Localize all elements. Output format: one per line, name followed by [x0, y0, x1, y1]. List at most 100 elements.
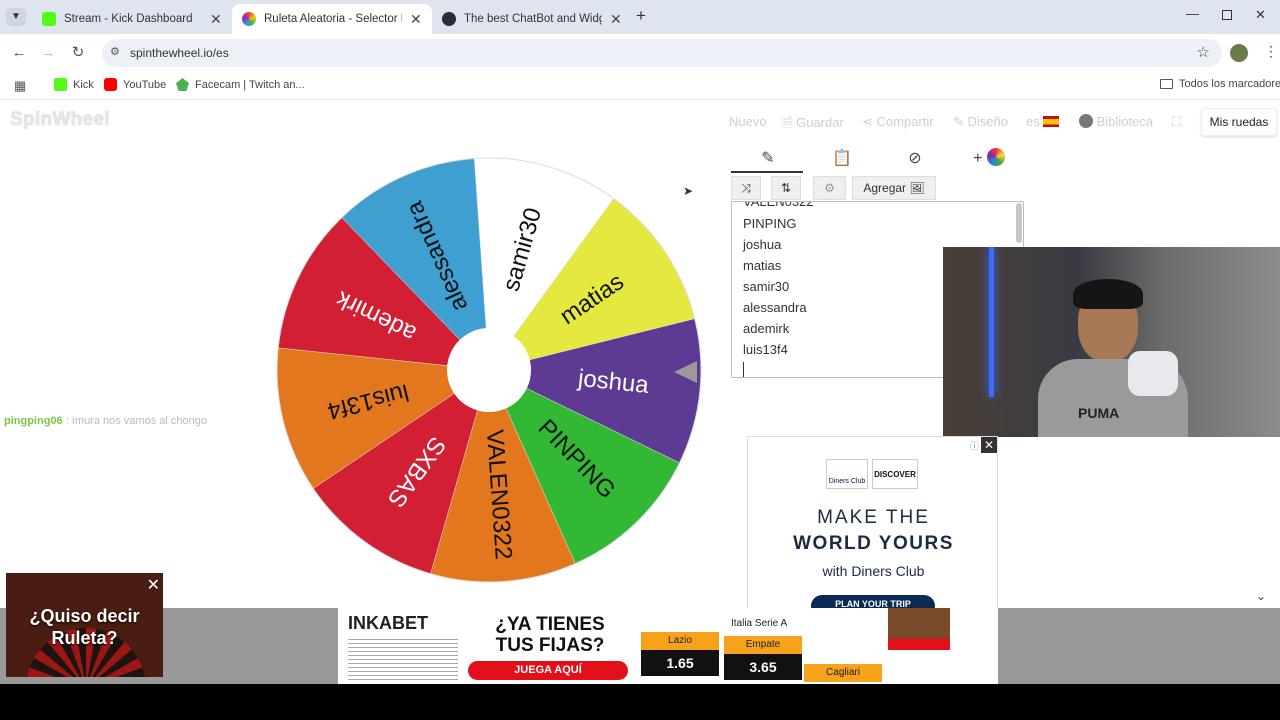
forward-icon[interactable]: → [37, 42, 59, 64]
tab-search-button[interactable]: ▼ [6, 8, 26, 26]
close-icon[interactable]: ✕ [210, 11, 222, 28]
close-icon[interactable]: ✕ [410, 11, 422, 28]
kick-icon [54, 78, 67, 91]
nav-save[interactable]: 🗎 Guardar [782, 114, 844, 136]
wheel-icon [242, 12, 256, 26]
avatar[interactable] [1230, 44, 1248, 62]
bookmark-facecam[interactable]: Facecam | Twitch an... [176, 78, 305, 91]
nav-share[interactable]: ⋖ Compartir [862, 114, 934, 130]
mouse-cursor-icon: ➤ [683, 184, 694, 198]
tab-kick-dashboard[interactable]: Stream - Kick Dashboard ✕ [32, 4, 232, 34]
add-wheel-color-button[interactable]: + [968, 148, 1010, 172]
bet-team2-label: Cagliari [804, 664, 882, 682]
entry-line: joshua [743, 237, 782, 252]
reload-icon[interactable]: ↻ [67, 42, 89, 64]
site-info-icon[interactable]: ⚙ [110, 45, 120, 58]
discover-logo: DISCOVER [872, 459, 918, 489]
pencil-icon: ✎ [953, 114, 968, 129]
inkabet-ad[interactable]: INKABET ¿YA TIENES TUS FIJAS? JUEGA AQUÍ… [338, 608, 998, 684]
close-icon[interactable]: ✕ [610, 11, 622, 28]
bookmark-label: Facecam | Twitch an... [195, 78, 305, 91]
entry-line: samir30 [743, 279, 790, 294]
settings-gear-icon[interactable]: ⚙ [813, 176, 846, 200]
spin-wheel[interactable]: samir30matiasjoshuaPINPINGVALEN0322SXBAS… [270, 151, 720, 591]
bookmark-label: YouTube [123, 78, 167, 91]
scrollbar[interactable] [1016, 203, 1022, 243]
nav-language-label: es [1026, 114, 1040, 129]
inkabet-cta-button[interactable]: JUEGA AQUÍ [468, 661, 628, 680]
nav-design-label: Diseño [967, 114, 1008, 129]
wheel-center-button[interactable] [447, 328, 531, 412]
person-hair [1073, 279, 1143, 309]
tab-title: Stream - Kick Dashboard [64, 13, 193, 25]
apps-grid-icon[interactable]: ▦ [14, 78, 26, 94]
shirt-logo: PUMA [1078, 405, 1120, 421]
nav-new[interactable]: Nuevo [729, 114, 767, 129]
save-icon: 🗎 [782, 115, 797, 130]
webcam-overlay: PUMA [943, 247, 1280, 437]
close-window-icon[interactable]: ✕ [1255, 7, 1266, 23]
bookmarks-bar: ▦ Kick YouTube Facecam | Twitch an... To… [0, 72, 1280, 100]
bookmark-star-icon[interactable]: ☆ [1197, 43, 1210, 61]
discover-brand: DISCOVER [874, 470, 916, 479]
page-content: SpinWheel Nuevo 🗎 Guardar ⋖ Compartir ✎ … [0, 101, 1280, 720]
sort-icon[interactable]: ⇅ [771, 176, 801, 200]
url-text: spinthewheel.io/es [130, 46, 229, 60]
minimize-icon[interactable]: — [1186, 6, 1199, 21]
shuffle-icon[interactable]: ⤨ [731, 176, 761, 200]
collapse-chevron-icon[interactable]: ⌄ [1256, 589, 1266, 603]
entry-line: matias [743, 258, 782, 273]
controller-object [1128, 351, 1178, 396]
nav-share-label: Compartir [876, 114, 934, 129]
bet-odd1[interactable]: 1.65 [641, 650, 719, 676]
tab-hidden-eye-icon[interactable]: ⊘ [903, 148, 927, 172]
tab-title: Ruleta Aleatoria - Selector Perso [264, 13, 402, 25]
back-icon[interactable]: ← [8, 42, 30, 64]
promo-close-button[interactable]: ✕ [147, 575, 160, 595]
bookmark-kick[interactable]: Kick [54, 78, 94, 91]
nav-library-label: Biblioteca [1096, 114, 1153, 129]
address-bar[interactable]: ⚙ spinthewheel.io/es ☆ [102, 39, 1222, 67]
nav-save-label: Guardar [796, 115, 844, 130]
active-tab-indicator [731, 171, 803, 173]
tab-edit-pencil-icon[interactable]: ✎ [756, 148, 780, 172]
nav-design[interactable]: ✎ Diseño [953, 114, 1008, 130]
ad-info-icon[interactable]: ⓘ [970, 439, 979, 452]
entry-line: VALEN0322 [743, 201, 814, 209]
browser-tab-bar: ▼ Stream - Kick Dashboard ✕ Ruleta Aleat… [0, 0, 1280, 34]
ad-close-button[interactable]: ✕ [981, 437, 997, 453]
bookmark-youtube[interactable]: YouTube [104, 78, 166, 91]
bet-odd2[interactable]: 3.65 [724, 654, 802, 680]
promo-line-2: Ruleta? [51, 628, 118, 648]
new-tab-button[interactable]: + [636, 6, 646, 26]
chat-message: pingping06 : ïmura nos vamos al chongo [4, 415, 207, 427]
add-image-button[interactable]: Agregar 🖼 [852, 176, 936, 200]
share-icon: ⋖ [862, 114, 877, 129]
all-bookmarks[interactable]: Todos los marcadores [1160, 78, 1280, 90]
all-bookmarks-label: Todos los marcadores [1179, 78, 1280, 90]
nav-library[interactable]: Biblioteca [1079, 114, 1153, 129]
ad-subline: with Diners Club [822, 563, 925, 579]
entry-line: PINPING [743, 216, 797, 231]
tab-results-clipboard-icon[interactable]: 📋 [830, 148, 854, 172]
chat-username: pingping06 [4, 415, 63, 427]
tab-chatbot-widgets[interactable]: The best ChatBot and Widgets f ✕ [432, 4, 632, 34]
diners-club-ad[interactable]: ✕ ⓘ Diners Club DISCOVER MAKE THE WORLD … [747, 436, 998, 609]
inkabet-player-photo [888, 608, 950, 684]
fullscreen-icon[interactable]: ⛶ [1172, 114, 1181, 130]
screen: ▼ Stream - Kick Dashboard ✕ Ruleta Aleat… [0, 0, 1280, 720]
promo-line-1: ¿Quiso decir [29, 606, 140, 626]
ad-cta-button[interactable]: PLAN YOUR TRIP [811, 595, 935, 608]
restore-icon[interactable] [1222, 10, 1232, 20]
bet-draw-label: Empate [724, 636, 802, 654]
site-logo[interactable]: SpinWheel [10, 109, 110, 131]
my-wheels-button[interactable]: Mis ruedas [1201, 108, 1277, 136]
neon-light [989, 247, 994, 397]
menu-kebab-icon[interactable]: ⋮ [1264, 43, 1278, 60]
tab-ruleta-aleatoria[interactable]: Ruleta Aleatoria - Selector Perso ✕ [232, 4, 432, 34]
kick-icon [42, 12, 56, 26]
nav-language[interactable]: es [1026, 114, 1060, 129]
entry-line: luis13f4 [743, 342, 788, 357]
roulette-promo-overlay[interactable]: ✕ ¿Quiso decir Ruleta? [6, 573, 163, 677]
inkabet-fineprint [348, 636, 458, 680]
